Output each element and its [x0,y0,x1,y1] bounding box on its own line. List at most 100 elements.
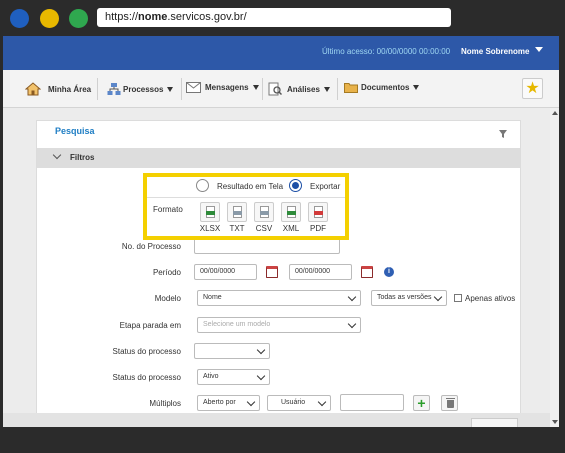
multiple-value-2: Usuário [281,399,306,406]
format-csv-label: CSV [255,224,273,233]
info-icon[interactable]: i [384,267,394,277]
scroll-down-icon[interactable] [552,420,558,424]
star-icon: ★ [525,80,540,97]
chevron-down-icon [347,292,357,302]
chevron-down-icon [167,86,174,92]
chevron-down-icon [252,85,259,90]
nav-separator [181,78,182,100]
status-process-select-2[interactable]: Ativo [197,369,270,385]
model-value: Nome [203,294,222,301]
filter-icon[interactable] [499,130,507,138]
nav-item-analises[interactable]: Análises [268,82,330,96]
close-window-dot[interactable] [10,9,29,28]
mail-icon [186,82,201,93]
period-from-input[interactable]: 00/00/0000 [194,264,257,280]
stage-placeholder: Selecione um modelo [203,321,271,328]
browser-bottom-frame [0,427,565,453]
status-process-label-2: Status do processo [112,373,181,382]
nav-label-analises: Análises [287,84,320,94]
url-suffix: .servicos.gov.br/ [167,11,247,23]
chevron-down-icon [256,371,266,381]
pdf-file-icon [314,206,323,218]
format-xml-button[interactable] [281,202,301,222]
multiple-select-2[interactable]: Usuário [267,395,331,411]
format-pdf-button[interactable] [308,202,328,222]
versions-value: Todas as versões [377,294,432,301]
model-select[interactable]: Nome [197,290,361,306]
format-txt-button[interactable] [227,202,247,222]
nav-separator [262,78,263,100]
add-button[interactable]: + [413,395,430,411]
url-domain: nome [138,11,168,23]
status-process-value: Ativo [203,373,219,380]
calendar-icon[interactable] [361,266,373,278]
format-pdf-label: PDF [310,224,326,233]
result-on-screen-label: Resultado em Tela [217,182,284,191]
multiple-value-1: Aberto por [203,399,236,406]
popup-divider [147,197,345,198]
nav-separator [97,78,98,100]
chevron-down-icon [317,397,327,407]
page-viewport: Último acesso: 00/00/0000 00:00:00 Nome … [3,36,559,427]
user-menu-caret-icon[interactable] [535,47,543,52]
folder-icon [344,83,358,93]
address-bar[interactable]: https://nome.servicos.gov.br/ [97,8,451,27]
chevron-down-icon [323,86,330,92]
format-xlsx-label: XLSX [199,224,221,233]
multiple-label: Múltiplos [149,399,181,408]
last-access-text: Último acesso: 00/00/0000 00:00:00 [322,47,451,56]
favorite-button[interactable]: ★ [522,78,543,99]
url-prefix: https:// [105,11,139,23]
plus-icon: + [417,395,426,411]
filters-section-label: Filtros [70,153,95,162]
result-on-screen-radio[interactable] [196,179,209,192]
multiple-value-input[interactable] [340,394,404,411]
top-header-bar: Último acesso: 00/00/0000 00:00:00 Nome … [3,36,559,70]
footer-button[interactable] [471,418,518,427]
csv-file-icon [260,206,269,218]
chevron-down-icon [246,397,256,407]
nav-label-processos: Processos [123,84,164,94]
nav-separator [337,78,338,100]
multiple-select-1[interactable]: Aberto por [197,395,260,411]
analysis-icon [268,82,282,96]
card-title: Pesquisa [55,126,95,136]
period-to-input[interactable]: 00/00/0000 [289,264,352,280]
versions-select[interactable]: Todas as versões [371,290,447,306]
chevron-down-icon [256,345,266,355]
minimize-window-dot[interactable] [40,9,59,28]
txt-file-icon [233,206,242,218]
format-csv-button[interactable] [254,202,274,222]
xml-file-icon [287,206,296,218]
xlsx-file-icon [206,206,215,218]
filters-section-header[interactable]: Filtros [37,148,520,168]
status-process-select[interactable] [194,343,270,359]
user-name[interactable]: Nome Sobrenome [461,47,529,56]
stage-select[interactable]: Selecione um modelo [197,317,361,333]
period-label: Período [152,268,181,277]
format-xlsx-button[interactable] [200,202,220,222]
calendar-icon[interactable] [266,266,278,278]
period-to-value: 00/00/0000 [295,268,331,275]
nav-item-processos[interactable]: Processos [107,82,174,96]
browser-window: https://nome.servicos.gov.br/ Último ace… [0,0,565,453]
maximize-window-dot[interactable] [69,9,88,28]
nav-label-minha-area: Minha Área [48,84,92,94]
export-radio[interactable] [289,179,302,192]
home-icon [25,82,41,96]
chevron-down-icon [52,150,62,160]
only-active-checkbox[interactable] [454,294,462,302]
scroll-up-icon[interactable] [552,111,558,115]
period-from-value: 00/00/0000 [200,268,236,275]
format-label: Formato [153,205,183,214]
delete-button[interactable] [441,395,458,411]
chevron-down-icon [347,319,357,329]
nav-label-documentos: Documentos [361,83,410,92]
nav-item-minha-area[interactable]: Minha Área [25,82,91,96]
page-scrollbar[interactable] [550,108,559,427]
format-xml-label: XML [282,224,300,233]
nav-item-mensagens[interactable]: Mensagens [186,82,259,93]
process-number-input[interactable] [194,238,340,254]
nav-item-documentos[interactable]: Documentos [344,82,420,93]
process-number-label: No. do Processo [121,242,181,251]
